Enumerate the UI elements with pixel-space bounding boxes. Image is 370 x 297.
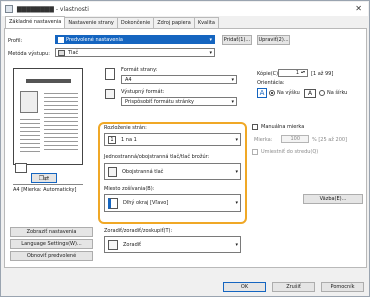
output-method-value: Tlač <box>68 49 79 56</box>
binding-select[interactable]: Dlhý okraj [Vľavo] ▾ <box>104 194 241 212</box>
properties-window: ▇▇▇▇▇▇▇▇ - vlastnosti ✕ Základné nastave… <box>0 0 370 297</box>
profile-select[interactable]: Predvolené nastavenia ▾ <box>55 35 215 44</box>
scale-range: % [25 až 200] <box>312 137 348 143</box>
landscape-radio[interactable] <box>319 90 325 96</box>
scale-label: Mierka: <box>254 137 273 143</box>
landscape-icon: A <box>304 89 316 98</box>
chevron-down-icon: ▾ <box>235 200 238 206</box>
preview-image <box>20 91 38 113</box>
tab-strip: Základné nastavenia Nastavenie strany Do… <box>5 16 219 28</box>
tab-quality[interactable]: Kvalita <box>193 17 219 28</box>
preview-toggle-button[interactable]: ❐⇄ <box>31 173 57 183</box>
layout-value: 1 na 1 <box>121 136 137 143</box>
preview-text-lines <box>44 93 78 153</box>
chevron-down-icon: ▾ <box>231 77 234 83</box>
printer-icon <box>58 50 65 56</box>
preview-text-lines <box>20 119 40 153</box>
portrait-icon: A <box>257 88 267 98</box>
binding-edge-icon <box>108 198 118 209</box>
copies-range: [1 až 99] <box>311 71 334 77</box>
chevron-down-icon: ▾ <box>235 137 238 143</box>
duplex-value: Obojstranná tlač <box>122 168 164 175</box>
page-stack-icon <box>15 163 27 173</box>
preview-caption: A4 [Mierka: Automaticky] <box>13 187 77 193</box>
collate-value: Zoradiť <box>123 241 142 248</box>
tab-finishing[interactable]: Dokončenie <box>116 17 155 28</box>
tab-page-setup[interactable]: Nastavenie strany <box>64 17 118 28</box>
output-size-icon <box>105 89 115 99</box>
binding-button[interactable]: Väzba(E)... <box>303 194 363 204</box>
duplex-icon: ❐⇄ <box>38 174 50 182</box>
collate-select[interactable]: Zoradiť ▾ <box>104 236 241 253</box>
restore-defaults-button[interactable]: Obnoviť predvolené <box>10 251 93 261</box>
output-size-select[interactable]: Prispôsobiť formátu stránky ▾ <box>121 97 237 106</box>
landscape-label: Na šírku <box>327 90 348 96</box>
profile-label: Profil: <box>8 38 23 44</box>
manual-scale-label: Manuálna mierka <box>261 124 305 130</box>
view-settings-button[interactable]: Zobraziť nastavenia <box>10 227 93 237</box>
window-title: ▇▇▇▇▇▇▇▇ - vlastnosti <box>17 5 89 13</box>
chevron-down-icon: ▾ <box>235 242 238 248</box>
portrait-radio[interactable] <box>269 90 275 96</box>
manual-scale-checkbox[interactable] <box>252 124 258 130</box>
profile-icon <box>58 37 64 43</box>
page-icon: 1 <box>108 136 116 144</box>
profile-value: Predvolené nastavenia <box>66 36 123 43</box>
orientation-label: Orientácia: <box>257 80 285 86</box>
duplex-select[interactable]: Obojstranná tlač ▾ <box>104 163 241 180</box>
layout-select[interactable]: 1 1 na 1 ▾ <box>104 133 241 146</box>
page-size-value: A4 <box>125 76 132 83</box>
spinner-arrows-icon[interactable]: ▴▾ <box>301 69 305 74</box>
chevron-down-icon: ▾ <box>209 50 212 56</box>
layout-label: Rozloženie strán: <box>104 125 147 131</box>
divider <box>13 184 83 185</box>
ok-button[interactable]: OK <box>223 282 266 292</box>
duplex-label: Jednostranná/obojstranná tlač/tlač brožú… <box>104 154 210 160</box>
app-icon <box>5 5 13 13</box>
output-method-label: Metóda výstupu: <box>8 51 50 57</box>
chevron-down-icon: ▾ <box>231 99 234 105</box>
tab-paper-source[interactable]: Zdroj papiera <box>153 17 195 28</box>
page-size-label: Formát strany: <box>121 67 158 73</box>
binding-label: Miesto zošívania(B): <box>104 186 155 192</box>
title-bar: ▇▇▇▇▇▇▇▇ - vlastnosti ✕ <box>2 2 368 16</box>
copies-label: Kópie(C): <box>257 71 280 77</box>
output-size-label: Výstupný formát: <box>121 89 165 95</box>
page-size-icon <box>105 68 115 80</box>
output-size-value: Prispôsobiť formátu stránky <box>125 98 194 105</box>
chevron-down-icon: ▾ <box>209 37 212 43</box>
add-profile-button[interactable]: Pridať(1)... <box>222 35 252 45</box>
edit-profile-button[interactable]: Upraviť(2)... <box>257 35 290 45</box>
duplex-icon <box>108 167 117 177</box>
portrait-label: Na výšku <box>277 90 300 96</box>
page-size-select[interactable]: A4 ▾ <box>121 75 237 84</box>
collate-icon <box>108 240 118 250</box>
tab-basic[interactable]: Základné nastavenia <box>5 16 66 28</box>
cancel-button[interactable]: Zrušiť <box>272 282 315 292</box>
chevron-down-icon: ▾ <box>235 169 238 175</box>
language-settings-button[interactable]: Language Settings(W)... <box>10 239 93 249</box>
binding-value: Dlhý okraj [Vľavo] <box>123 200 169 206</box>
output-method-select[interactable]: Tlač ▾ <box>55 48 215 57</box>
close-icon[interactable]: ✕ <box>355 4 362 13</box>
page-preview <box>13 68 83 165</box>
center-checkbox[interactable] <box>252 149 258 155</box>
center-label: Umiestniť do stredu(Q) <box>261 149 319 155</box>
scale-input[interactable]: 100 <box>281 135 309 143</box>
preview-title-bar <box>26 79 71 83</box>
collate-label: Zoradiť/zoradiť/zoskupiť(T): <box>104 228 173 234</box>
help-button[interactable]: Pomocník <box>321 282 364 292</box>
